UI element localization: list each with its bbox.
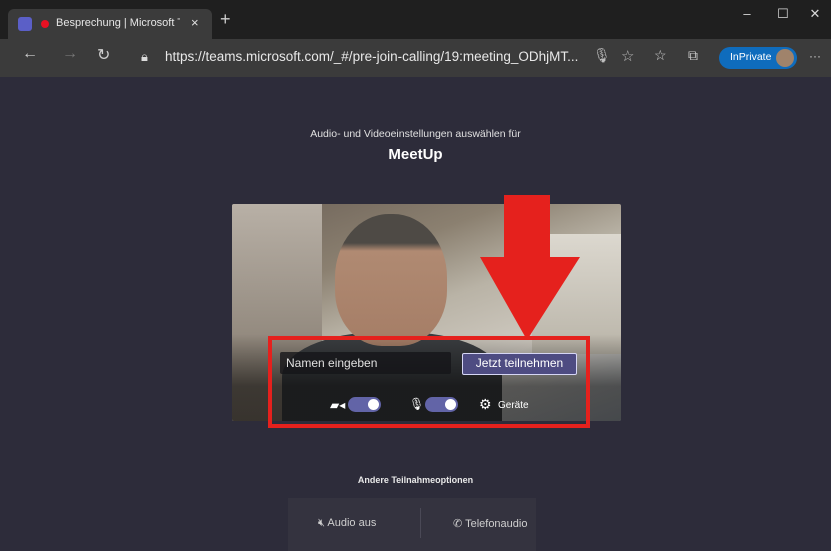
other-options-heading: Andere Teilnahmeoptionen: [357, 475, 474, 485]
prejoin-subtitle: Audio- und Videoeinstellungen auswählen …: [310, 128, 521, 140]
tab-close-button[interactable]: ×: [191, 15, 199, 30]
recording-dot-icon: [41, 20, 49, 28]
new-tab-button[interactable]: +: [220, 10, 231, 28]
browser-titlebar: Besprechung | Microsoft Te × + – ☐ ✕: [0, 0, 831, 39]
profile-avatar: [776, 49, 794, 67]
inprivate-badge[interactable]: InPrivate: [719, 47, 797, 69]
red-highlight-box: [268, 336, 590, 428]
window-close-button[interactable]: ✕: [800, 6, 830, 22]
red-down-arrow: [480, 195, 580, 340]
favorites-list-icon[interactable]: ☆: [654, 47, 667, 64]
inprivate-label: InPrivate: [730, 51, 772, 63]
microphone-permission-icon[interactable]: 🎙︎: [593, 47, 611, 64]
audio-off-option[interactable]: 🔇︎ Audio aus: [318, 517, 376, 530]
phone-icon: ✆: [453, 518, 463, 530]
url-text[interactable]: https://teams.microsoft.com/_#/pre-join-…: [165, 49, 578, 64]
forward-arrow-icon[interactable]: →: [62, 45, 78, 63]
teams-favicon-icon: [18, 17, 32, 31]
phone-audio-option[interactable]: ✆ Telefonaudio: [453, 517, 527, 530]
browser-toolbar: ← → ↻ 🔒︎ https://teams.microsoft.com/_#/…: [0, 39, 831, 77]
speaker-muted-icon: 🔇︎: [318, 517, 325, 529]
browser-tab[interactable]: Besprechung | Microsoft Te ×: [8, 9, 212, 39]
collections-icon[interactable]: ⧉: [688, 47, 698, 64]
meeting-title: MeetUp: [388, 146, 443, 163]
audio-off-label: Audio aus: [327, 517, 377, 529]
more-menu-icon[interactable]: ···: [809, 49, 821, 63]
back-arrow-icon[interactable]: ←: [22, 45, 38, 63]
options-divider: [420, 508, 421, 538]
address-bar[interactable]: 🔒︎ https://teams.microsoft.com/_#/pre-jo…: [131, 44, 634, 71]
phone-audio-label: Telefonaudio: [465, 518, 528, 530]
refresh-icon[interactable]: ↻: [97, 45, 110, 65]
favorite-star-icon[interactable]: ☆: [621, 47, 634, 65]
person-head: [335, 214, 447, 346]
lock-icon[interactable]: 🔒︎: [141, 49, 148, 65]
tab-title: Besprechung | Microsoft Te: [56, 17, 180, 29]
minimize-button[interactable]: –: [732, 6, 762, 21]
maximize-button[interactable]: ☐: [768, 6, 798, 22]
